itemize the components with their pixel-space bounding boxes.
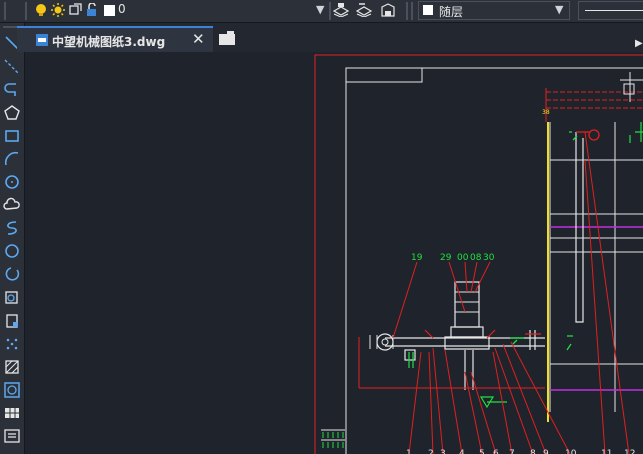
drawing-canvas[interactable]: 19 29 00 08 30 38 1 2 3 4 5 6 7 8 9 10 1…	[25, 38, 643, 454]
flow-marks	[569, 131, 643, 141]
layer-dropdown-arrow[interactable]: ▼	[316, 3, 324, 16]
make-block-icon[interactable]	[2, 311, 22, 331]
layer-freeze-icon[interactable]	[68, 3, 82, 17]
color-property-combo[interactable]: 随层 ▼	[418, 1, 570, 20]
construction-line-icon[interactable]	[2, 57, 22, 77]
new-tab-icon[interactable]	[218, 30, 236, 46]
part-label-08: 08	[470, 253, 482, 263]
dwg-file-icon	[36, 34, 48, 46]
document-tab-title: 中望机械图纸3.dwg	[52, 35, 166, 49]
part-label-30: 30	[483, 253, 495, 263]
leader-lines-bottom	[408, 131, 630, 454]
circle-icon[interactable]	[2, 172, 22, 192]
sun-icon[interactable]	[51, 3, 65, 17]
part-label-8: 8	[530, 449, 536, 454]
part-label-10: 10	[565, 449, 577, 454]
part-label-00: 00	[457, 253, 469, 263]
discharge-pipe	[385, 337, 545, 347]
point-icon[interactable]	[2, 334, 22, 354]
lock-icon[interactable]	[85, 3, 99, 17]
layer-previous-icon[interactable]	[380, 3, 396, 17]
color-dropdown-arrow[interactable]: ▼	[555, 3, 563, 16]
close-tab-icon[interactable]: ✕	[192, 30, 205, 48]
cursor-crosshair	[620, 72, 643, 102]
title-tab-box	[345, 67, 423, 83]
scroll-right-icon[interactable]: ▶	[635, 38, 643, 49]
part-label-2: 2	[428, 449, 434, 454]
toolbar-separator	[329, 2, 331, 20]
color-swatch	[423, 5, 433, 15]
toolbar-separator	[4, 2, 6, 20]
layer-toolbar: 0 ▼ 随层 ▼	[0, 0, 643, 23]
border-frame	[345, 67, 643, 454]
multiline-text-icon[interactable]	[2, 426, 22, 446]
insert-block-icon[interactable]	[2, 288, 22, 308]
hatch-icon[interactable]	[2, 357, 22, 377]
layer-name: 0	[118, 2, 126, 16]
document-tab[interactable]: 中望机械图纸3.dwg ✕	[17, 26, 213, 52]
linetype-preview	[585, 10, 643, 11]
part-label-9: 9	[543, 449, 549, 454]
color-square-icon	[104, 5, 115, 16]
draw-toolbar	[0, 23, 25, 454]
dimension-label: 38	[542, 109, 550, 116]
revision-cloud-icon[interactable]	[2, 195, 22, 215]
part-label-1: 1	[406, 449, 412, 454]
part-label-5: 5	[479, 449, 485, 454]
layer-match-icon[interactable]	[356, 3, 372, 17]
part-label-11: 11	[601, 449, 612, 454]
pump-flange	[450, 326, 484, 338]
table-icon[interactable]	[2, 403, 22, 423]
color-property-value: 随层	[439, 5, 464, 19]
rectangle-icon[interactable]	[2, 126, 22, 146]
bottom-labels: 1 2 3 4 5 6 7 8 9 10 11 12	[406, 449, 635, 454]
spline-icon[interactable]	[2, 218, 22, 238]
part-label-7: 7	[509, 449, 515, 454]
down-pipe	[464, 350, 474, 390]
polygon-icon[interactable]	[2, 103, 22, 123]
part-label-12: 12	[624, 449, 635, 454]
linetype-combo[interactable]	[578, 1, 643, 20]
ellipse-arc-icon[interactable]	[2, 264, 22, 284]
intake-valve	[588, 129, 600, 141]
part-label-3: 3	[440, 449, 446, 454]
lightbulb-icon[interactable]	[34, 3, 48, 17]
polyline-icon[interactable]	[2, 80, 22, 100]
part-label-29: 29	[440, 253, 452, 263]
arc-icon[interactable]	[2, 149, 22, 169]
part-label-4: 4	[459, 449, 465, 454]
part-label-19: 19	[411, 253, 423, 263]
layer-state-icon[interactable]	[333, 3, 349, 17]
ellipse-icon[interactable]	[2, 241, 22, 261]
toolbar-separator	[25, 2, 27, 20]
part-label-6: 6	[493, 449, 499, 454]
toolbar-separator	[406, 2, 408, 20]
inlet-valve	[376, 333, 394, 351]
region-icon[interactable]	[2, 380, 22, 400]
cad-drawing: 19 29 00 08 30 38 1 2 3 4 5 6 7 8 9 10 1…	[314, 54, 643, 454]
toolbar-separator	[411, 2, 413, 20]
